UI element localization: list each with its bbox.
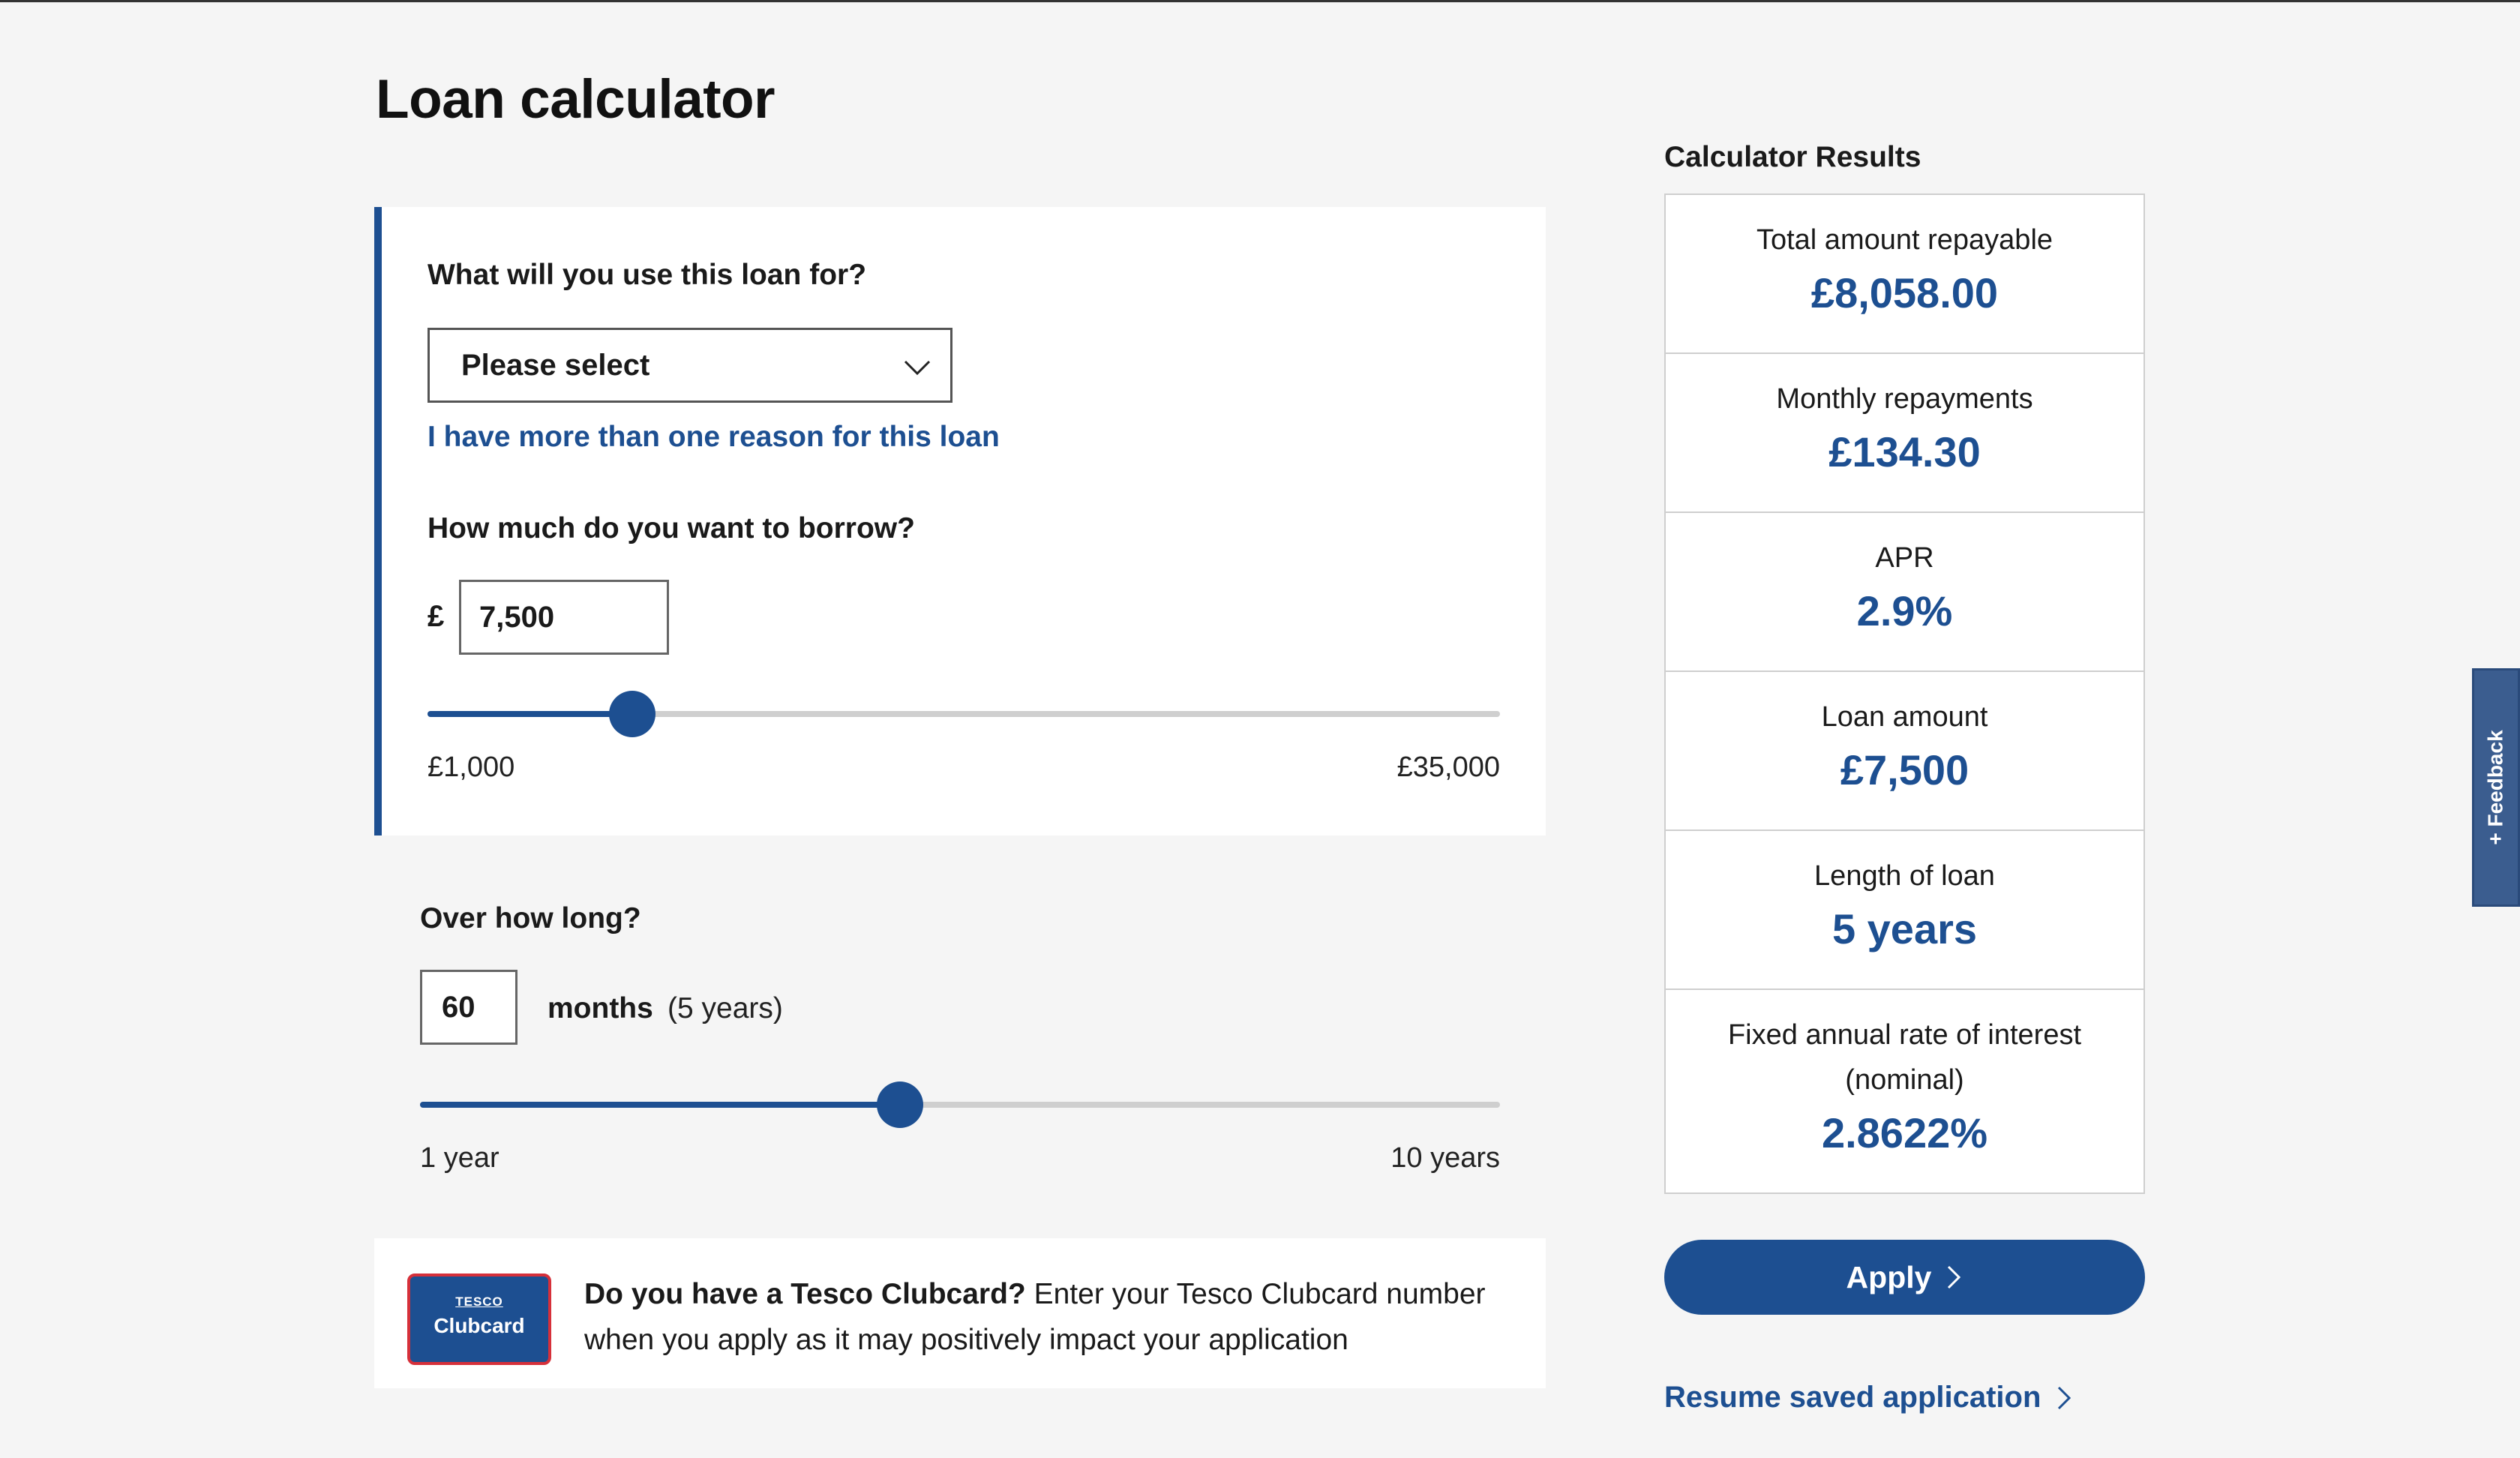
clubcard-question: Do you have a Tesco Clubcard? [584,1278,1026,1310]
chevron-down-icon [904,360,931,376]
result-label: Length of loan [1814,860,1995,892]
result-value: £134.30 [1828,428,1981,476]
results-box: Total amount repayable £8,058.00 Monthly… [1664,194,2145,1194]
amount-max-label: £35,000 [1396,752,1500,783]
result-label: Loan amount [1821,701,1988,733]
result-value: £8,058.00 [1810,269,1999,316]
loan-purpose-select-value: Please select [461,348,650,382]
result-value: 5 years [1832,905,1978,952]
currency-symbol: £ [428,600,445,633]
clubcard-panel: TESCO Clubcard Do you have a Tesco Clubc… [374,1238,1546,1388]
term-min-label: 1 year [420,1142,500,1174]
borrow-question: How much do you want to borrow? [428,512,915,544]
loan-term-slider[interactable] [420,1082,1500,1128]
years-note: (5 years) [668,992,783,1024]
clubcard-message: Do you have a Tesco Clubcard? Enter your… [584,1271,1529,1363]
apply-button[interactable]: Apply [1664,1240,2145,1315]
loan-amount-slider-thumb[interactable] [609,691,656,737]
chevron-right-icon [2058,1386,2072,1409]
result-label: APR [1875,542,1934,574]
loan-amount-input[interactable]: 7,500 [459,580,669,655]
term-question: Over how long? [420,902,641,934]
result-label: Monthly repayments [1776,383,2033,415]
loan-term-slider-fill [420,1102,900,1108]
result-value: 2.8622% [1821,1109,1988,1156]
result-total-repayable: Total amount repayable £8,058.00 [1666,195,2144,354]
feedback-label: + Feedback [2484,730,2507,845]
loan-amount-slider[interactable] [428,691,1500,737]
loan-amount-slider-fill [428,711,633,717]
loan-term-input[interactable]: 60 [420,970,518,1045]
result-length-of-loan: Length of loan 5 years [1666,831,2144,990]
loan-calculator-page: Loan calculator What will you use this l… [0,0,2520,1458]
feedback-tab[interactable]: + Feedback [2472,668,2520,907]
clubcard-logo-brand: TESCO [455,1294,503,1309]
result-value: 2.9% [1856,587,1953,634]
resume-application-link[interactable]: Resume saved application [1664,1381,2072,1414]
result-monthly-repayments: Monthly repayments £134.30 [1666,354,2144,513]
term-max-label: 10 years [1390,1142,1500,1174]
loan-amount-value: 7,500 [479,600,555,634]
resume-application-label: Resume saved application [1664,1381,2042,1414]
results-title: Calculator Results [1664,141,1922,173]
result-label: Fixed annual rate of interest (nominal) [1727,1019,2082,1096]
result-value: £7,500 [1840,746,1970,794]
loan-purpose-select[interactable]: Please select [428,328,952,403]
more-reasons-link[interactable]: I have more than one reason for this loa… [428,421,1000,454]
months-label: months [548,992,653,1024]
result-loan-amount: Loan amount £7,500 [1666,672,2144,831]
amount-min-label: £1,000 [428,752,515,783]
chevron-right-icon [1948,1265,1961,1289]
result-fixed-annual-rate: Fixed annual rate of interest (nominal) … [1666,990,2144,1192]
clubcard-logo: TESCO Clubcard [407,1274,551,1365]
result-label: Total amount repayable [1756,224,2054,256]
loan-term-value: 60 [442,990,476,1024]
result-apr: APR 2.9% [1666,513,2144,672]
apply-button-label: Apply [1846,1259,1932,1294]
page-title: Loan calculator [376,69,776,130]
loan-term-slider-thumb[interactable] [877,1082,923,1128]
clubcard-logo-label: Clubcard [434,1314,525,1337]
purpose-question: What will you use this loan for? [428,259,867,291]
